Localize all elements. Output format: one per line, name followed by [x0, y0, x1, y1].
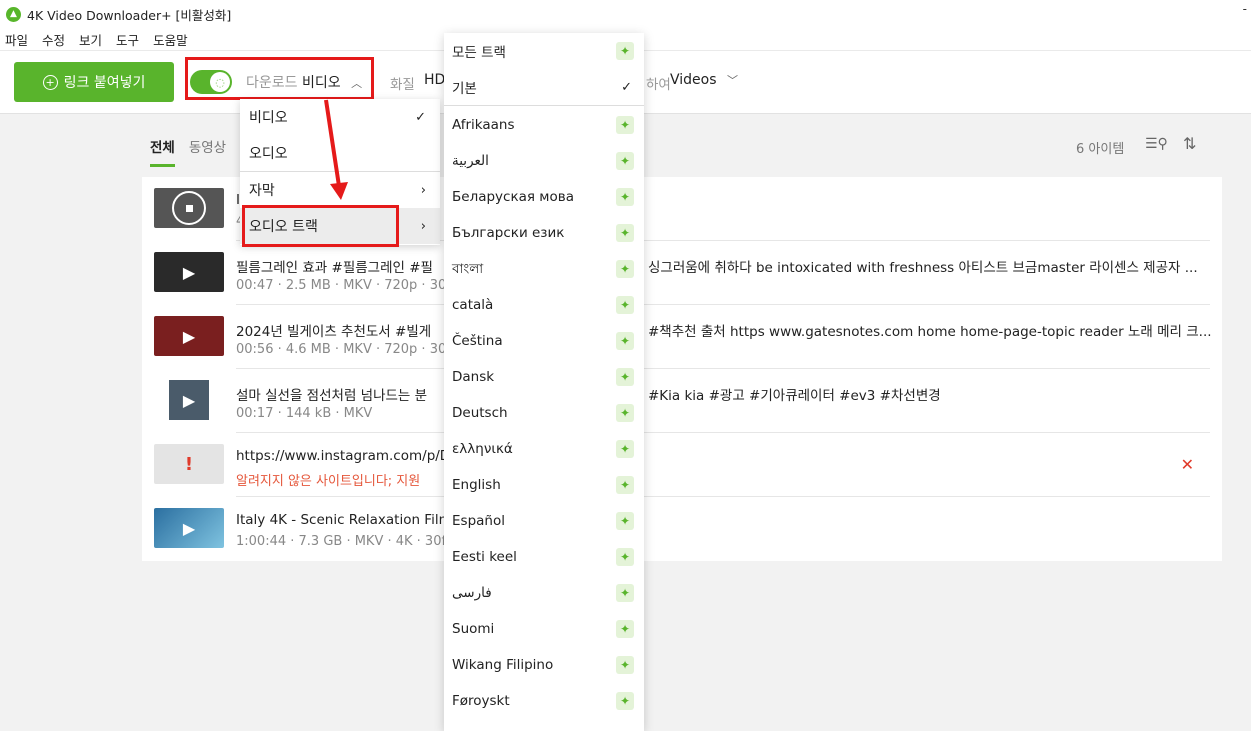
sparkle-icon: ✦ — [616, 188, 634, 206]
submenu-item-label: বাংলা — [452, 260, 484, 277]
submenu-item-language[interactable]: Български език ✦ — [444, 215, 644, 251]
submenu-item-label: English — [452, 477, 501, 493]
check-icon: ✓ — [621, 79, 632, 95]
submenu-item-label: Suomi — [452, 621, 495, 637]
submenu-item-language[interactable]: ελληνικά ✦ — [444, 431, 644, 467]
submenu-item-label: Беларуская мова — [452, 189, 574, 205]
sparkle-icon: ✦ — [616, 584, 634, 602]
sparkle-icon: ✦ — [616, 692, 634, 710]
submenu-item-language[interactable]: català ✦ — [444, 287, 644, 323]
submenu-item-label: Wikang Filipino — [452, 657, 554, 673]
submenu-item-language[interactable]: Eesti keel ✦ — [444, 539, 644, 575]
submenu-item-language[interactable]: Español ✦ — [444, 503, 644, 539]
submenu-item-label: Deutsch — [452, 405, 508, 421]
submenu-item-language[interactable]: Wikang Filipino ✦ — [444, 647, 644, 683]
sparkle-icon: ✦ — [616, 476, 634, 494]
sparkle-icon: ✦ — [616, 512, 634, 530]
sparkle-icon: ✦ — [616, 332, 634, 350]
submenu-item-label: Afrikaans — [452, 117, 515, 133]
submenu-item-language[interactable]: Dansk ✦ — [444, 359, 644, 395]
sparkle-icon: ✦ — [616, 548, 634, 566]
sparkle-icon: ✦ — [616, 296, 634, 314]
submenu-item-label: Dansk — [452, 369, 495, 385]
submenu-item-label: فارسی — [452, 585, 492, 601]
submenu-item-language[interactable]: English ✦ — [444, 467, 644, 503]
submenu-item-language[interactable]: Čeština ✦ — [444, 323, 644, 359]
submenu-item-label: ελληνικά — [452, 441, 513, 457]
submenu-item-language[interactable]: বাংলা ✦ — [444, 251, 644, 287]
sparkle-icon: ✦ — [616, 620, 634, 638]
sparkle-icon: ✦ — [616, 368, 634, 386]
sparkle-icon: ✦ — [616, 116, 634, 134]
submenu-item-language[interactable]: Føroyskt ✦ — [444, 683, 644, 719]
submenu-item-default[interactable]: 기본 ✓ — [444, 69, 644, 105]
submenu-item-label: 모든 트랙 — [452, 45, 506, 61]
sparkle-icon: ✦ — [616, 656, 634, 674]
sparkle-icon: ✦ — [616, 152, 634, 170]
submenu-item-language[interactable]: Deutsch ✦ — [444, 395, 644, 431]
submenu-item-label: Føroyskt — [452, 693, 510, 709]
submenu-item-label: Eesti keel — [452, 549, 517, 565]
submenu-item-label: Español — [452, 513, 505, 529]
submenu-item-label: català — [452, 297, 494, 313]
submenu-item-language[interactable]: فارسی ✦ — [444, 575, 644, 611]
sparkle-icon: ✦ — [616, 42, 634, 60]
submenu-item-label: 기본 — [452, 81, 477, 97]
submenu-item-label: Čeština — [452, 333, 503, 349]
submenu-item-all-tracks[interactable]: 모든 트랙 ✦ — [444, 33, 644, 69]
submenu-item-label: العربية — [452, 153, 489, 169]
submenu-item-language[interactable]: Afrikaans ✦ — [444, 107, 644, 143]
audio-track-submenu: 모든 트랙 ✦ 기본 ✓ Afrikaans ✦ العربية ✦ Беларус… — [444, 33, 644, 731]
submenu-item-language[interactable]: Беларуская мова ✦ — [444, 179, 644, 215]
sparkle-icon: ✦ — [616, 224, 634, 242]
sparkle-icon: ✦ — [616, 440, 634, 458]
sparkle-icon: ✦ — [616, 260, 634, 278]
submenu-item-language[interactable]: العربية ✦ — [444, 143, 644, 179]
sparkle-icon: ✦ — [616, 404, 634, 422]
submenu-item-label: Български език — [452, 225, 565, 241]
submenu-item-language[interactable]: Suomi ✦ — [444, 611, 644, 647]
